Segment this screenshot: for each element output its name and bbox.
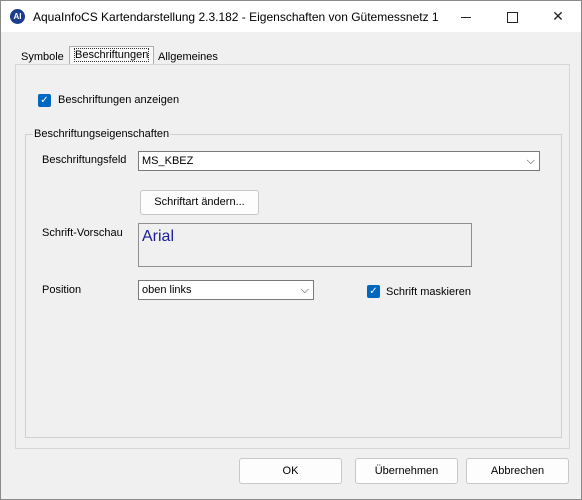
position-select[interactable]: oben links ⌵ — [138, 280, 314, 300]
close-icon: ✕ — [552, 8, 564, 24]
mask-font-checkbox[interactable]: ✓ — [367, 285, 380, 298]
apply-button[interactable]: Übernehmen — [355, 458, 458, 484]
window-title: AquaInfoCS Kartendarstellung 2.3.182 - E… — [33, 10, 439, 24]
position-label: Position — [42, 284, 82, 296]
maximize-button[interactable] — [489, 1, 535, 32]
label-field-select[interactable]: MS_KBEZ ⌵ — [138, 151, 540, 171]
checkmark-icon: ✓ — [40, 95, 49, 106]
position-value: oben links — [142, 284, 192, 296]
ok-button[interactable]: OK — [239, 458, 342, 484]
group-title: Beschriftungseigenschaften — [33, 128, 171, 140]
show-labels-label: Beschriftungen anzeigen — [58, 94, 180, 106]
close-button[interactable]: ✕ — [535, 1, 581, 32]
cancel-button[interactable]: Abbrechen — [466, 458, 569, 484]
tab-beschriftungen[interactable]: Beschriftungen — [69, 46, 155, 65]
label-field-label: Beschriftungsfeld — [42, 154, 127, 166]
show-labels-checkbox[interactable]: ✓ — [38, 94, 51, 107]
font-preview-text: Arial — [142, 228, 175, 245]
label-field-value: MS_KBEZ — [142, 155, 194, 167]
tab-label: Allgemeines — [158, 51, 218, 63]
font-preview-label: Schrift-Vorschau — [42, 227, 123, 239]
change-font-button[interactable]: Schriftart ändern... — [140, 190, 259, 215]
title-bar[interactable]: AI AquaInfoCS Kartendarstellung 2.3.182 … — [1, 1, 581, 32]
minimize-button[interactable] — [443, 1, 489, 32]
chevron-down-icon: ⌵ — [526, 155, 535, 167]
chevron-down-icon: ⌵ — [300, 284, 309, 296]
maximize-icon — [506, 11, 518, 23]
font-preview-box: Arial — [138, 223, 472, 267]
app-icon: AI — [10, 9, 25, 24]
tab-label: Symbole — [21, 51, 64, 63]
mask-font-label: Schrift maskieren — [386, 286, 471, 298]
tab-label: Beschriftungen — [73, 48, 150, 62]
dialog-window: AI AquaInfoCS Kartendarstellung 2.3.182 … — [0, 0, 582, 500]
minimize-icon — [461, 16, 471, 18]
checkmark-icon: ✓ — [369, 286, 378, 297]
